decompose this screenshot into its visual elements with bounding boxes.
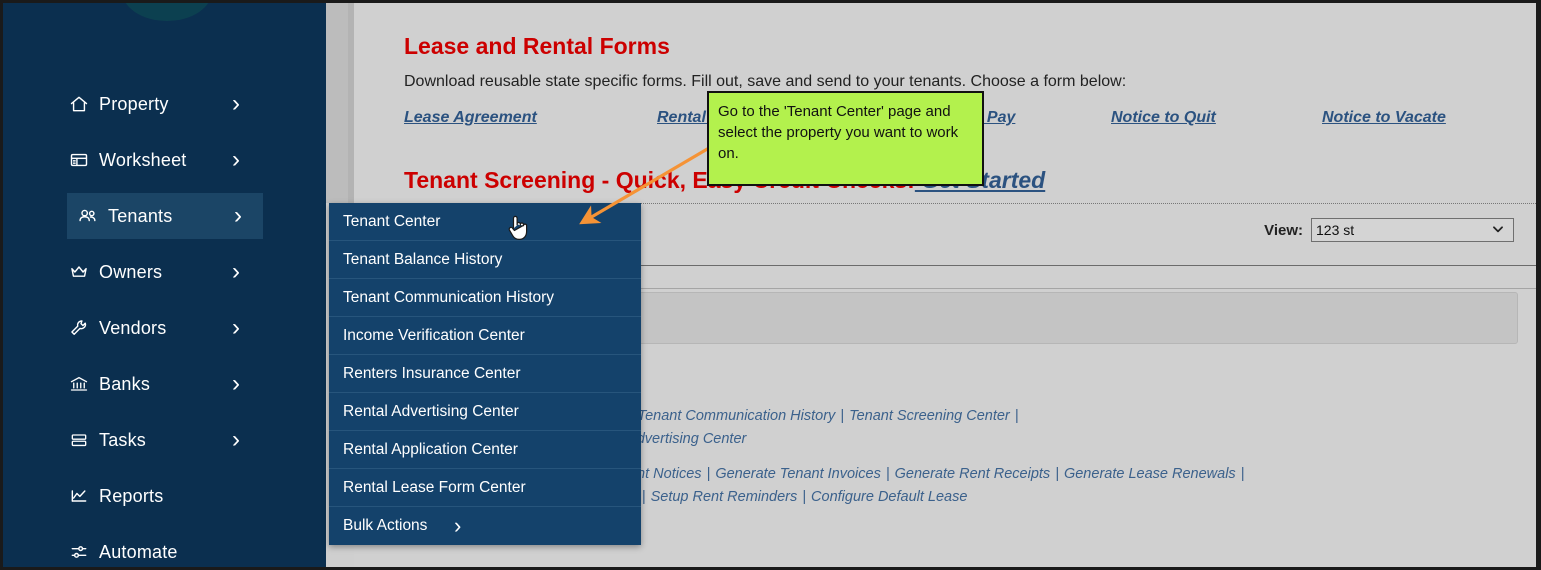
menu-item-rental-application-center[interactable]: Rental Application Center: [329, 431, 641, 469]
sidebar-item-tasks[interactable]: Tasks ›: [3, 417, 326, 463]
content-gutter-outer: [326, 3, 348, 203]
menu-item-bulk-actions[interactable]: Bulk Actions ›: [329, 507, 641, 545]
sidebar-item-property[interactable]: Property ›: [3, 81, 326, 127]
menu-item-tenant-communication-history[interactable]: Tenant Communication History: [329, 279, 641, 317]
sidebar-item-worksheet[interactable]: Worksheet ›: [3, 137, 326, 183]
crown-icon: [68, 261, 90, 283]
tenants-dropdown-menu: Tenant Center Tenant Balance History Ten…: [329, 203, 641, 545]
sidebar-item-tenants[interactable]: Tenants ›: [67, 193, 263, 239]
bank-icon: [68, 373, 90, 395]
menu-item-income-verification-center[interactable]: Income Verification Center: [329, 317, 641, 355]
chevron-right-icon: ›: [232, 370, 240, 397]
link-separator: |: [1240, 466, 1245, 482]
sidebar-item-owners[interactable]: Owners ›: [3, 249, 326, 295]
link-tenant-screening-center[interactable]: Tenant Screening Center: [849, 408, 1010, 424]
worksheet-icon: [68, 149, 90, 171]
menu-item-rental-advertising-center[interactable]: Rental Advertising Center: [329, 393, 641, 431]
sidebar-item-automate[interactable]: Automate: [3, 529, 326, 567]
tasks-icon: [68, 429, 90, 451]
chevron-right-icon: ›: [232, 90, 240, 117]
sidebar-item-reports[interactable]: Reports: [3, 473, 326, 519]
link-configure-default-lease[interactable]: Configure Default Lease: [811, 489, 967, 505]
menu-item-rental-lease-form-center[interactable]: Rental Lease Form Center: [329, 469, 641, 507]
lease-forms-intro: Download reusable state specific forms. …: [404, 73, 1127, 90]
view-select[interactable]: 123 st: [1311, 218, 1514, 242]
lease-forms-title: Lease and Rental Forms: [404, 33, 670, 59]
chart-line-icon: [68, 485, 90, 507]
link-generate-rent-receipts[interactable]: Generate Rent Receipts: [895, 466, 1051, 482]
chevron-right-icon: ›: [232, 426, 240, 453]
sidebar-item-label: Property: [99, 93, 169, 114]
logo-badge: [122, 3, 212, 21]
wrench-icon: [68, 317, 90, 339]
sidebar: Property › Worksheet › Tenants › Owners …: [3, 3, 326, 567]
link-separator: |: [885, 466, 890, 482]
menu-item-renters-insurance-center[interactable]: Renters Insurance Center: [329, 355, 641, 393]
sidebar-item-label: Tenants: [108, 205, 173, 226]
link-separator: |: [840, 408, 845, 424]
menu-item-label: Bulk Actions: [343, 517, 428, 534]
chevron-right-icon: ›: [232, 146, 240, 173]
view-label: View:: [1264, 221, 1303, 239]
sidebar-item-label: Reports: [99, 485, 164, 506]
chevron-right-icon: ›: [232, 258, 240, 285]
link-separator: |: [706, 466, 711, 482]
tenants-icon: [77, 205, 99, 227]
view-select-box: 123 st: [1311, 218, 1514, 242]
link-separator: |: [1055, 466, 1059, 482]
link-notice-to-vacate[interactable]: Notice to Vacate: [1322, 109, 1446, 127]
sidebar-item-vendors[interactable]: Vendors ›: [3, 305, 326, 351]
home-icon: [68, 93, 90, 115]
link-generate-tenant-invoices[interactable]: Generate Tenant Invoices: [715, 466, 881, 482]
sidebar-item-label: Banks: [99, 373, 151, 394]
sidebar-item-banks[interactable]: Banks ›: [3, 361, 326, 407]
sidebar-item-label: Automate: [99, 541, 178, 562]
link-separator: |: [1014, 408, 1019, 424]
view-selector: View: 123 st: [1264, 218, 1514, 242]
sidebar-item-label: Owners: [99, 261, 163, 282]
chevron-right-icon: ›: [454, 513, 462, 538]
menu-item-tenant-center[interactable]: Tenant Center: [329, 203, 641, 241]
link-notice-to-quit[interactable]: Notice to Quit: [1111, 109, 1216, 127]
sidebar-item-label: Vendors: [99, 317, 167, 338]
sliders-icon: [68, 541, 90, 563]
chevron-right-icon: ›: [232, 314, 240, 341]
app-frame: Property › Worksheet › Tenants › Owners …: [0, 0, 1541, 570]
annotation-tooltip: Go to the 'Tenant Center' page and selec…: [707, 91, 984, 186]
sidebar-item-label: Tasks: [99, 429, 147, 450]
chevron-right-icon: ›: [234, 202, 242, 229]
menu-item-tenant-balance-history[interactable]: Tenant Balance History: [329, 241, 641, 279]
sidebar-nav: Property › Worksheet › Tenants › Owners …: [3, 81, 326, 567]
link-lease-agreement[interactable]: Lease Agreement: [404, 109, 537, 127]
link-generate-lease-renewals[interactable]: Generate Lease Renewals: [1064, 466, 1236, 482]
link-separator: |: [802, 489, 807, 505]
link-setup-rent-reminders[interactable]: Setup Rent Reminders: [651, 489, 798, 505]
sidebar-item-label: Worksheet: [99, 149, 187, 170]
